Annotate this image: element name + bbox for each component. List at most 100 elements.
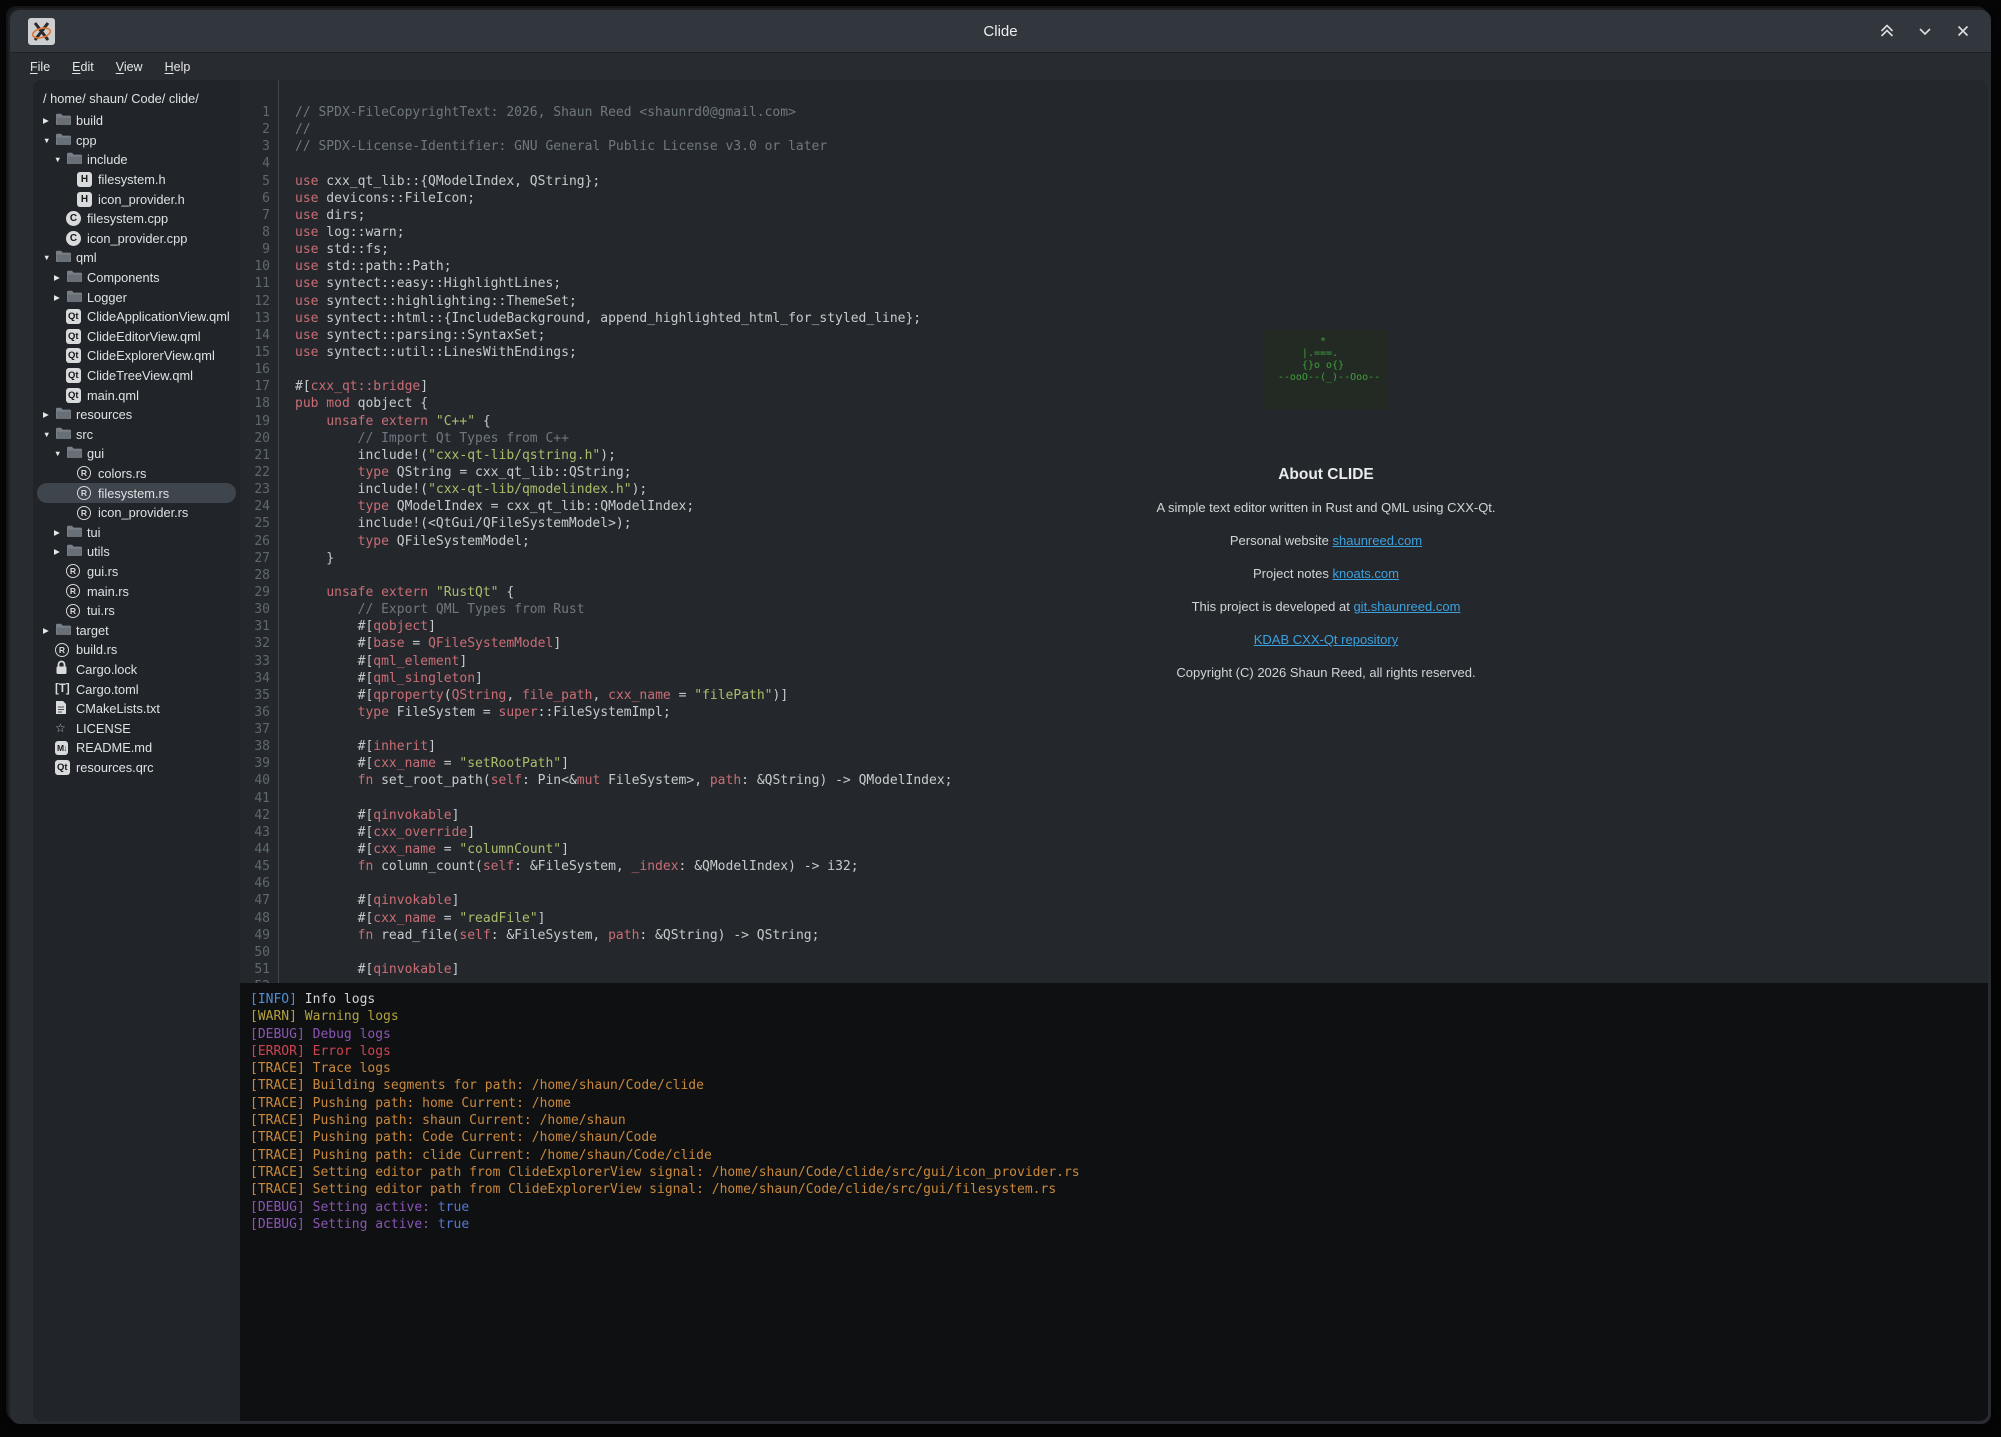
tree-item-cmakelists-txt[interactable]: CMakeLists.txt xyxy=(37,699,236,719)
tree-item-src[interactable]: ▼src xyxy=(37,425,236,445)
tree-item-icon-provider-cpp[interactable]: Cicon_provider.cpp xyxy=(37,229,236,249)
code-editor[interactable]: 1// SPDX-FileCopyrightText: 2026, Shaun … xyxy=(240,80,1988,983)
code-line[interactable]: 50 xyxy=(240,944,1988,961)
tree-item-clideapplicationview-qml[interactable]: QtClideApplicationView.qml xyxy=(37,307,236,327)
code-line[interactable]: 44 #[cxx_name = "columnCount"] xyxy=(240,841,1988,858)
expand-arrow-icon[interactable]: ▶ xyxy=(54,273,66,282)
code-line[interactable]: 51 #[qinvokable] xyxy=(240,961,1988,978)
code-line[interactable]: 49 fn read_file(self: &FileSystem, path:… xyxy=(240,927,1988,944)
expand-arrow-icon[interactable]: ▶ xyxy=(43,410,55,419)
tree-item-gui-rs[interactable]: Rgui.rs xyxy=(37,562,236,582)
menu-item-edit[interactable]: Edit xyxy=(72,60,94,74)
kdab-repo-link[interactable]: KDAB CXX-Qt repository xyxy=(1254,632,1399,647)
code-line[interactable]: 11use syntect::easy::HighlightLines; xyxy=(240,275,1988,292)
menu-item-help[interactable]: Help xyxy=(165,60,191,74)
expand-arrow-icon[interactable]: ▶ xyxy=(43,116,55,125)
code-line[interactable]: 47 #[qinvokable] xyxy=(240,892,1988,909)
code-line[interactable]: 2// xyxy=(240,121,1988,138)
tree-item-resources[interactable]: ▶resources xyxy=(37,405,236,425)
tree-item-label: gui xyxy=(87,446,104,461)
tree-item-tui[interactable]: ▶tui xyxy=(37,522,236,542)
tree-item-logger[interactable]: ▶Logger xyxy=(37,287,236,307)
tree-item-main-qml[interactable]: Qtmain.qml xyxy=(37,385,236,405)
collapse-arrow-icon[interactable]: ▼ xyxy=(54,155,66,164)
tree-item-label: filesystem.rs xyxy=(98,486,169,501)
code-line[interactable]: 5use cxx_qt_lib::{QModelIndex, QString}; xyxy=(240,173,1988,190)
code-line[interactable]: 13use syntect::html::{IncludeBackground,… xyxy=(240,310,1988,327)
code-line[interactable]: 46 xyxy=(240,875,1988,892)
tree-item-license[interactable]: ☆LICENSE xyxy=(37,718,236,738)
code-line[interactable]: 42 #[qinvokable] xyxy=(240,807,1988,824)
close-button[interactable] xyxy=(1951,19,1975,43)
code-line[interactable]: 36 type FileSystem = super::FileSystemIm… xyxy=(240,704,1988,721)
tree-item-main-rs[interactable]: Rmain.rs xyxy=(37,581,236,601)
code-line[interactable]: 7use dirs; xyxy=(240,207,1988,224)
personal-website-link[interactable]: shaunreed.com xyxy=(1333,533,1423,548)
log-output-panel[interactable]: [INFO] Info logs[WARN] Warning logs[DEBU… xyxy=(240,983,1988,1421)
tree-item-icon-provider-rs[interactable]: Ricon_provider.rs xyxy=(37,503,236,523)
tree-item-readme-md[interactable]: M↓README.md xyxy=(37,738,236,758)
code-line[interactable]: 45 fn column_count(self: &FileSystem, _i… xyxy=(240,858,1988,875)
tree-item-include[interactable]: ▼include xyxy=(37,150,236,170)
collapse-arrow-icon[interactable]: ▼ xyxy=(43,136,55,145)
collapse-arrow-icon[interactable]: ▼ xyxy=(43,430,55,439)
expand-arrow-icon[interactable]: ▶ xyxy=(54,528,66,537)
code-line[interactable]: 10use std::path::Path; xyxy=(240,258,1988,275)
tree-item-utils[interactable]: ▶utils xyxy=(37,542,236,562)
tree-item-cpp[interactable]: ▼cpp xyxy=(37,131,236,151)
tree-item-clidetreeview-qml[interactable]: QtClideTreeView.qml xyxy=(37,366,236,386)
line-number: 22 xyxy=(240,464,270,481)
git-repo-link[interactable]: git.shaunreed.com xyxy=(1353,599,1460,614)
file-tree-panel[interactable]: / home/ shaun/ Code/ clide/ ▶build▼cpp▼i… xyxy=(33,80,240,1421)
line-number: 17 xyxy=(240,378,270,395)
tree-item-cargo-lock[interactable]: Cargo.lock xyxy=(37,660,236,680)
code-line[interactable]: 12use syntect::highlighting::ThemeSet; xyxy=(240,293,1988,310)
menu-item-view[interactable]: View xyxy=(116,60,143,74)
code-line[interactable]: 4 xyxy=(240,155,1988,172)
expand-arrow-icon[interactable]: ▶ xyxy=(43,626,55,635)
minimize-button[interactable] xyxy=(1913,19,1937,43)
tree-item-resources-qrc[interactable]: Qtresources.qrc xyxy=(37,758,236,778)
tree-item-target[interactable]: ▶target xyxy=(37,620,236,640)
line-number: 30 xyxy=(240,601,270,618)
titlebar[interactable]: Clide xyxy=(10,10,1991,53)
expand-arrow-icon[interactable]: ▶ xyxy=(54,293,66,302)
code-line[interactable]: 40 fn set_root_path(self: Pin<&mut FileS… xyxy=(240,772,1988,789)
code-line[interactable]: 41 xyxy=(240,790,1988,807)
code-line[interactable]: 3// SPDX-License-Identifier: GNU General… xyxy=(240,138,1988,155)
tree-item-build[interactable]: ▶build xyxy=(37,111,236,131)
tree-item-gui[interactable]: ▼ gui xyxy=(37,444,236,464)
folder-icon xyxy=(55,426,72,443)
tree-item-filesystem-rs[interactable]: Rfilesystem.rs xyxy=(37,483,236,503)
window-title: Clide xyxy=(10,23,1991,40)
tree-item-colors-rs[interactable]: Rcolors.rs xyxy=(37,464,236,484)
menu-item-file[interactable]: File xyxy=(30,60,50,74)
tree-item-components[interactable]: ▶Components xyxy=(37,268,236,288)
code-line[interactable]: 1// SPDX-FileCopyrightText: 2026, Shaun … xyxy=(240,104,1988,121)
code-line[interactable]: 39 #[cxx_name = "setRootPath"] xyxy=(240,755,1988,772)
tree-item-clideeditorview-qml[interactable]: QtClideEditorView.qml xyxy=(37,327,236,347)
collapse-arrow-icon[interactable]: ▼ xyxy=(54,449,66,458)
project-notes-link[interactable]: knoats.com xyxy=(1333,566,1399,581)
expand-arrow-icon[interactable]: ▶ xyxy=(54,547,66,556)
code-line[interactable]: 43 #[cxx_override] xyxy=(240,824,1988,841)
tree-item-cargo-toml[interactable]: [T]Cargo.toml xyxy=(37,679,236,699)
code-line[interactable]: 37 xyxy=(240,721,1988,738)
maximize-button[interactable] xyxy=(1875,19,1899,43)
tree-item-filesystem-h[interactable]: Hfilesystem.h xyxy=(37,170,236,190)
tree-item-qml[interactable]: ▼qml xyxy=(37,248,236,268)
code-line[interactable]: 35 #[qproperty(QString, file_path, cxx_n… xyxy=(240,687,1988,704)
line-number: 15 xyxy=(240,344,270,361)
tree-item-icon-provider-h[interactable]: Hicon_provider.h xyxy=(37,189,236,209)
code-line[interactable]: 9use std::fs; xyxy=(240,241,1988,258)
code-line[interactable]: 8use log::warn; xyxy=(240,224,1988,241)
code-line[interactable]: 38 #[inherit] xyxy=(240,738,1988,755)
collapse-arrow-icon[interactable]: ▼ xyxy=(43,253,55,262)
code-line[interactable]: 48 #[cxx_name = "readFile"] xyxy=(240,910,1988,927)
tree-item-build-rs[interactable]: Rbuild.rs xyxy=(37,640,236,660)
code-line[interactable]: 6use devicons::FileIcon; xyxy=(240,190,1988,207)
tree-item-clideexplorerview-qml[interactable]: QtClideExplorerView.qml xyxy=(37,346,236,366)
tree-item-tui-rs[interactable]: Rtui.rs xyxy=(37,601,236,621)
tree-item-filesystem-cpp[interactable]: Cfilesystem.cpp xyxy=(37,209,236,229)
log-line: [DEBUG] Debug logs xyxy=(250,1026,1988,1043)
